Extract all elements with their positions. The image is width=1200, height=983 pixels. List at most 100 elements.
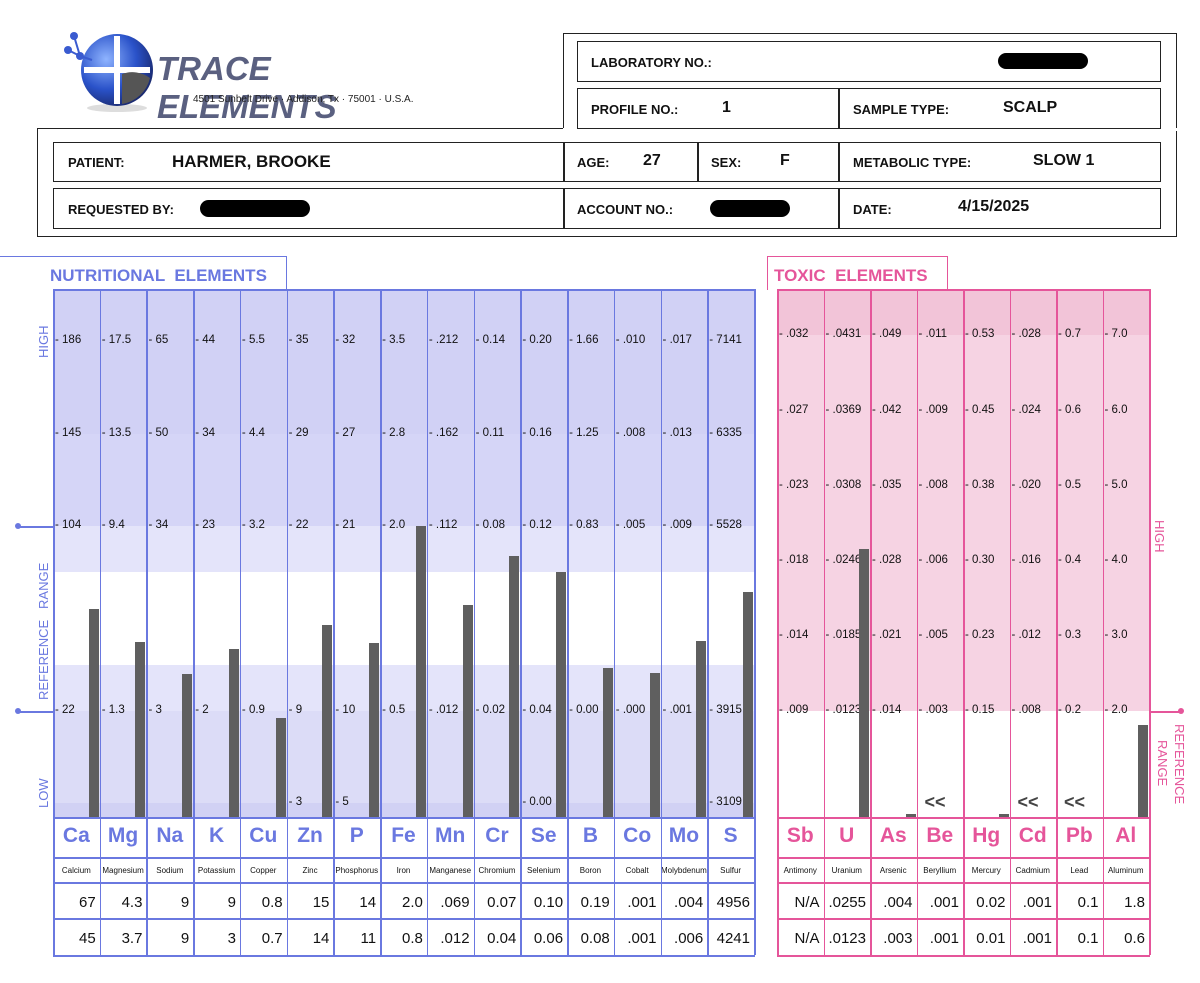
row-divider	[777, 918, 1150, 920]
tick-label: 34	[148, 519, 168, 531]
metabolic-type-label: METABOLIC TYPE:	[853, 155, 972, 170]
result-value-row1: .001	[929, 894, 959, 911]
row-divider	[777, 817, 1150, 819]
result-value-row1: 9	[227, 894, 236, 911]
sample-type-label: SAMPLE TYPE:	[853, 102, 950, 117]
reference-high-marker	[15, 523, 21, 529]
tick-label: 0.9	[242, 704, 265, 716]
tick-label: 6335	[709, 427, 742, 439]
redacted-lab-no	[998, 53, 1088, 69]
element-symbol: Cr	[485, 824, 509, 847]
tick-label: 1.25	[569, 427, 598, 439]
result-bar	[135, 642, 146, 817]
tick-label: .162	[429, 427, 458, 439]
tick-label: .009	[779, 704, 808, 716]
element-symbol: Co	[623, 824, 652, 847]
column-divider	[146, 289, 148, 955]
tick-label: 0.20	[522, 334, 551, 346]
tick-label: 0.53	[965, 328, 994, 340]
tick-label: .017	[663, 334, 692, 346]
logo-globe-icon	[64, 32, 153, 112]
tick-label: 0.6	[1058, 404, 1081, 416]
element-symbol: As	[879, 824, 907, 847]
tick-label: 22	[289, 519, 309, 531]
element-name: Antimony	[783, 866, 817, 875]
tick-label: .0185	[826, 629, 862, 641]
result-value-row2: .0123	[828, 930, 866, 947]
element-name: Cadmium	[1015, 866, 1050, 875]
result-value-row1: .069	[440, 894, 470, 911]
tick-label: .012	[1012, 629, 1041, 641]
toxic-title: TOXIC ELEMENTS	[774, 266, 928, 285]
metabolic-type-value: SLOW 1	[1033, 152, 1095, 169]
tick-label: 0.04	[522, 704, 551, 716]
date-label: DATE:	[853, 202, 892, 217]
element-symbol: S	[723, 824, 738, 847]
nutritional-reference-range-label: REFERENCE RANGE	[36, 562, 51, 700]
tick-label: .014	[779, 629, 808, 641]
nutritional-high-label: HIGH	[36, 325, 51, 359]
result-value-row2: 0.01	[976, 930, 1006, 947]
result-value-row1: 0.1	[1077, 894, 1099, 911]
element-symbol: K	[208, 824, 225, 847]
row-divider	[53, 817, 755, 819]
result-value-row1: 0.07	[487, 894, 517, 911]
tick-label: .000	[616, 704, 645, 716]
tick-label: 0.11	[476, 427, 505, 439]
result-value-row2: 0.08	[580, 930, 610, 947]
element-name: Manganese	[429, 866, 472, 875]
chart-top-border	[777, 289, 1149, 291]
column-divider	[473, 289, 476, 955]
element-symbol: Mo	[668, 824, 700, 847]
row-divider	[53, 918, 755, 920]
element-symbol: Be	[926, 824, 954, 847]
tick-label: 104	[55, 519, 81, 531]
company-address: 4501 Sunbelt Drive · Addison, Tx · 75001…	[193, 94, 414, 105]
reference-low-marker	[15, 708, 21, 714]
element-symbol: Pb	[1065, 824, 1093, 847]
tick-label: .028	[1012, 328, 1041, 340]
result-value-row1: 4.3	[121, 894, 143, 911]
element-symbol: U	[839, 824, 855, 847]
tick-label: .009	[663, 519, 692, 531]
column-divider	[916, 289, 918, 955]
column-divider	[1056, 289, 1058, 955]
tick-label: 4.4	[242, 427, 265, 439]
tick-label: .005	[616, 519, 645, 531]
result-bar	[859, 548, 869, 817]
redacted-account-no	[710, 200, 790, 217]
tick-label: 0.38	[965, 479, 994, 491]
column-divider	[754, 289, 756, 955]
result-value-row1: 0.19	[580, 894, 610, 911]
element-name: Selenium	[527, 866, 561, 875]
result-value-row2: 0.7	[261, 930, 283, 947]
tick-label: .027	[779, 404, 808, 416]
tick-label: 5.0	[1105, 479, 1128, 491]
tick-label: 9	[289, 704, 302, 716]
result-value-row2: .001	[929, 930, 959, 947]
column-divider	[53, 289, 55, 955]
column-divider	[823, 289, 825, 955]
element-name: Mercury	[971, 866, 1001, 875]
toxic-range-label: RANGE	[1155, 740, 1170, 787]
tick-label: 5528	[709, 519, 742, 531]
result-value-row2: .001	[627, 930, 657, 947]
tick-label: 21	[335, 519, 355, 531]
column-divider	[707, 289, 709, 955]
tick-label: 27	[335, 427, 355, 439]
age-label: AGE:	[577, 155, 610, 170]
result-value-row2: 0.06	[533, 930, 564, 947]
tick-label: 3915	[709, 704, 742, 716]
result-value-row2: 0.1	[1077, 930, 1099, 947]
tick-label: .021	[872, 629, 901, 641]
result-bar	[649, 672, 660, 817]
toxic-reference-marker	[1178, 708, 1184, 714]
profile-value: 1	[722, 99, 731, 116]
tick-label: 3	[148, 704, 161, 716]
tick-label: 13.5	[102, 427, 131, 439]
tick-label: .035	[872, 479, 901, 491]
result-value-row1: .004	[883, 894, 913, 911]
tick-label: 0.12	[522, 519, 551, 531]
element-symbol: Zn	[297, 824, 323, 847]
tick-label: .013	[663, 427, 692, 439]
